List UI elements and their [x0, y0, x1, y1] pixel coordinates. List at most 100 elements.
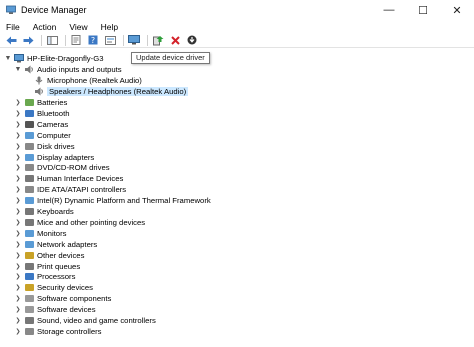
chevron-right-icon[interactable]: ❯: [14, 197, 22, 205]
menu-view[interactable]: View: [63, 22, 94, 32]
chevron-right-icon[interactable]: ❯: [14, 273, 22, 281]
tree-item[interactable]: ❯ Mice and other pointing devices: [14, 217, 145, 228]
tree-item[interactable]: ❯ Other devices: [14, 250, 84, 261]
chevron-right-icon[interactable]: ❯: [14, 306, 22, 314]
chevron-right-icon[interactable]: ❯: [14, 262, 22, 270]
tree-item[interactable]: ❯ Display adapters: [14, 152, 94, 163]
toolbar-separator: [41, 34, 42, 46]
device-category-icon: [24, 120, 34, 129]
menu-action[interactable]: Action: [27, 22, 64, 32]
show-hide-icon[interactable]: [103, 34, 117, 47]
device-category-icon: [24, 207, 34, 216]
chevron-right-icon[interactable]: ❯: [14, 186, 22, 194]
tree-item[interactable]: ❯ Storage controllers: [14, 326, 101, 337]
chevron-right-icon[interactable]: ❯: [14, 327, 22, 335]
tree-child-microphone[interactable]: Microphone (Realtek Audio): [34, 75, 142, 86]
tree-item-label: Software devices: [37, 305, 96, 315]
tree-item[interactable]: ❯ Computer: [14, 130, 71, 141]
tree-item-label: Computer: [37, 130, 71, 140]
chevron-right-icon[interactable]: ❯: [14, 295, 22, 303]
speaker-icon: [25, 65, 33, 74]
chevron-right-icon[interactable]: ❯: [14, 251, 22, 259]
tree-item[interactable]: ❯ Batteries: [14, 97, 67, 108]
maximize-button[interactable]: ☐: [406, 0, 440, 20]
tree-item[interactable]: ❯ Disk drives: [14, 141, 75, 152]
toolbar: ?: [0, 33, 474, 48]
console-tree-icon[interactable]: [45, 34, 59, 47]
uninstall-icon[interactable]: [168, 34, 182, 47]
tree-item[interactable]: ❯ Processors: [14, 271, 75, 282]
device-category-icon: [24, 316, 34, 325]
device-category-icon: [24, 131, 34, 140]
forward-icon[interactable]: [21, 34, 35, 47]
chevron-right-icon[interactable]: ❯: [14, 109, 22, 117]
tree-child-speakers[interactable]: Speakers / Headphones (Realtek Audio): [34, 86, 189, 97]
tree-item[interactable]: ❯ Software devices: [14, 304, 96, 315]
chevron-right-icon[interactable]: ❯: [14, 120, 22, 128]
tree-item[interactable]: ❯ Software components: [14, 293, 111, 304]
toolbar-separator: [65, 34, 66, 46]
device-category-icon: [24, 262, 34, 271]
tree-item[interactable]: ❯ DVD/CD-ROM drives: [14, 162, 109, 173]
tree-item-label: Bluetooth: [37, 108, 70, 118]
chevron-right-icon[interactable]: ❯: [14, 284, 22, 292]
tree-item-label: Disk drives: [37, 141, 75, 151]
device-category-icon: [24, 283, 34, 292]
help-icon[interactable]: ?: [86, 34, 100, 47]
tree-item-label: Print queues: [37, 261, 81, 271]
tree-item[interactable]: ❯ Security devices: [14, 282, 93, 293]
download-icon[interactable]: [185, 34, 199, 47]
device-category-icon: [24, 163, 34, 172]
tree-item[interactable]: ❯ Human Interface Devices: [14, 173, 123, 184]
tree-item-label: Batteries: [37, 98, 68, 107]
chevron-right-icon[interactable]: ❯: [14, 99, 22, 107]
tree-item-label: Security devices: [37, 283, 93, 293]
properties-icon[interactable]: [69, 34, 83, 47]
minimize-button[interactable]: —: [372, 0, 406, 20]
chevron-right-icon[interactable]: ❯: [14, 208, 22, 216]
tree-item-label: Cameras: [37, 119, 69, 129]
close-button[interactable]: ✕: [440, 0, 474, 20]
menu-file[interactable]: File: [0, 22, 27, 32]
device-category-icon: [24, 218, 34, 227]
title-bar: Device Manager — ☐ ✕: [0, 0, 474, 20]
device-tree[interactable]: ▼ HP-Elite-Dragonfly-G3 ▼ Audio inputs a…: [0, 49, 474, 347]
chevron-right-icon[interactable]: ❯: [14, 218, 22, 226]
monitor-icon[interactable]: [127, 34, 141, 47]
update-driver-icon[interactable]: [151, 34, 165, 47]
tree-item[interactable]: ❯ Cameras: [14, 119, 68, 130]
chevron-down-icon[interactable]: ▼: [14, 66, 22, 74]
tree-item[interactable]: ❯ Intel(R) Dynamic Platform and Thermal F…: [14, 195, 210, 206]
chevron-right-icon[interactable]: ❯: [14, 153, 22, 161]
chevron-right-icon[interactable]: ❯: [14, 164, 22, 172]
tree-item[interactable]: ❯ Print queues: [14, 261, 80, 272]
tree-item[interactable]: ❯ Network adapters: [14, 239, 97, 250]
device-category-icon: [24, 305, 34, 314]
tree-item[interactable]: ❯ Keyboards: [14, 206, 74, 217]
chevron-right-icon[interactable]: ❯: [14, 240, 22, 248]
tree-item[interactable]: ❯ Monitors: [14, 228, 66, 239]
tree-item-label: Monitors: [37, 228, 67, 238]
tree-child-label: Microphone (Realtek Audio): [47, 76, 142, 85]
device-category-icon: [24, 142, 34, 151]
tree-item[interactable]: ❯ IDE ATA/ATAPI controllers: [14, 184, 126, 195]
back-icon[interactable]: [4, 34, 18, 47]
chevron-down-icon[interactable]: ▼: [4, 55, 12, 63]
chevron-right-icon[interactable]: ❯: [14, 229, 22, 237]
device-category-icon: [24, 251, 34, 260]
chevron-right-icon[interactable]: ❯: [14, 175, 22, 183]
chevron-right-icon[interactable]: ❯: [14, 131, 22, 139]
tree-item[interactable]: ❯ Sound, video and game controllers: [14, 315, 155, 326]
tree-root[interactable]: ▼ HP-Elite-Dragonfly-G3: [4, 53, 103, 64]
tree-item-label: Keyboards: [37, 207, 74, 216]
tree-item-label: Network adapters: [37, 239, 98, 249]
chevron-right-icon[interactable]: ❯: [14, 317, 22, 325]
tooltip: Update device driver: [131, 52, 210, 64]
microphone-icon: [35, 76, 43, 85]
menu-help[interactable]: Help: [95, 22, 125, 32]
tree-item-label: Human Interface Devices: [37, 174, 124, 184]
tree-item[interactable]: ❯ Bluetooth: [14, 108, 69, 119]
chevron-right-icon[interactable]: ❯: [14, 142, 22, 150]
device-category-icon: [24, 240, 34, 249]
tree-item-audio-inputs-outputs[interactable]: ▼ Audio inputs and outputs: [14, 64, 122, 75]
